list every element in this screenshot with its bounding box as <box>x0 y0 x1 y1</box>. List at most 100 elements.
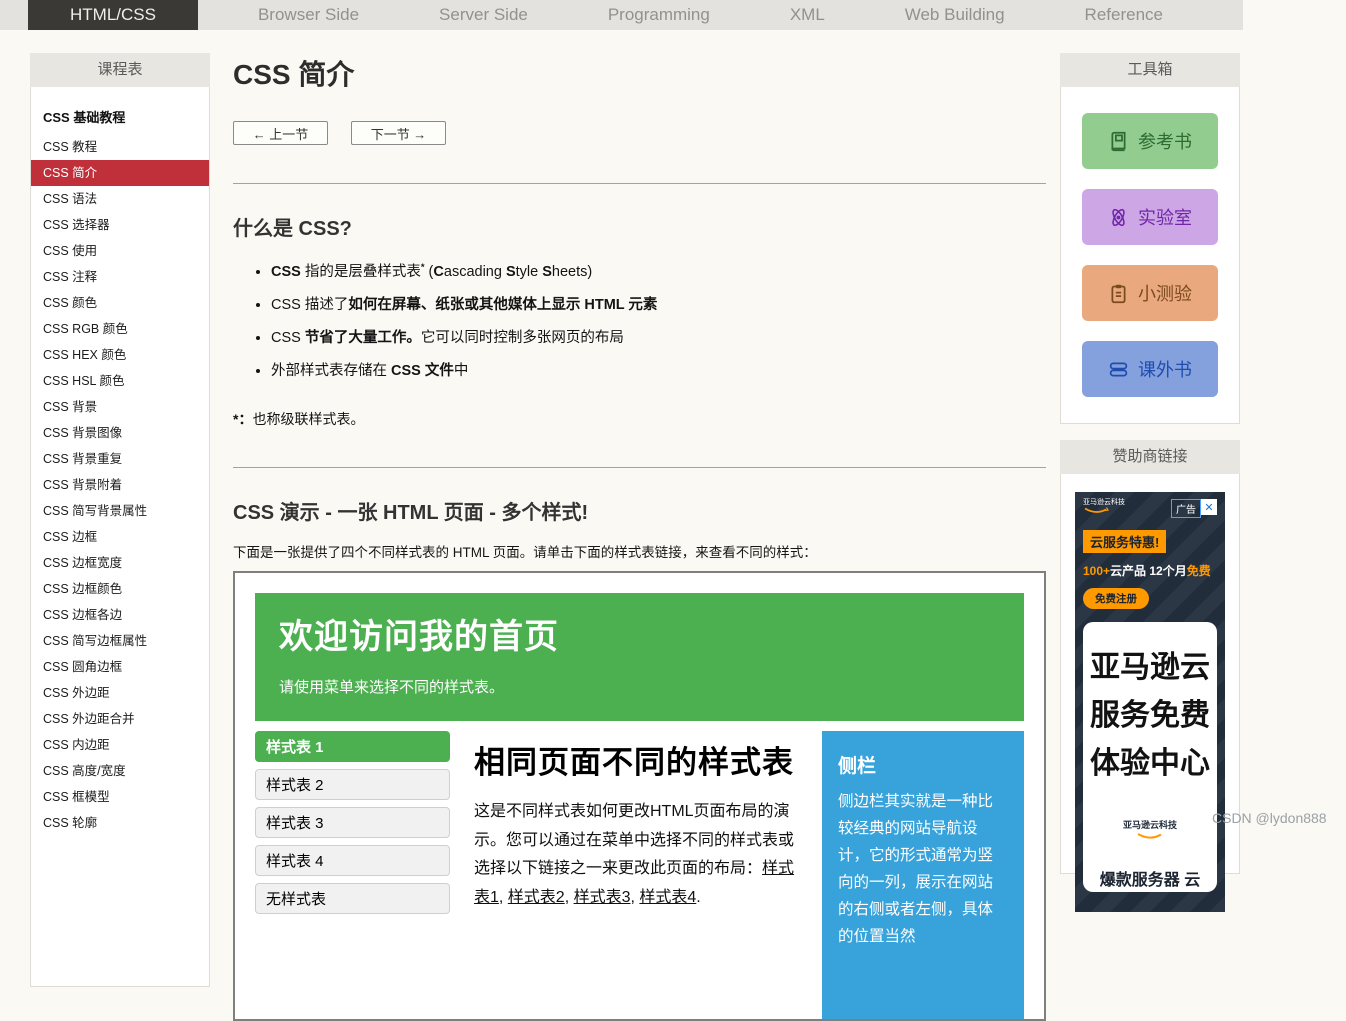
tool-label: 实验室 <box>1138 204 1192 230</box>
demo-article: 相同页面不同的样式表 这是不同样式表如何更改HTML页面布局的演示。您可以通过在… <box>450 731 822 913</box>
list-item: CSS 描述了如何在屏幕、纸张或其他媒体上显示 HTML 元素 <box>271 293 1046 317</box>
sidebar-item[interactable]: CSS 边框颜色 <box>31 576 209 602</box>
sidebar-item[interactable]: CSS 外边距 <box>31 680 209 706</box>
nav-item[interactable]: Server Side <box>439 5 528 25</box>
course-group-title: CSS 基础教程 <box>31 101 209 134</box>
list-item: CSS 节省了大量工作。它可以同时控制多张网页的布局 <box>271 326 1046 350</box>
demo-side-panel-title: 侧栏 <box>838 751 1008 778</box>
sidebar-item[interactable]: CSS 边框各边 <box>31 602 209 628</box>
tool-label: 小测验 <box>1138 280 1192 306</box>
advertisement[interactable]: 亚马逊云科技 广告 ✕ 云服务特惠! 100+云产品 12个月免费 免费注册 亚… <box>1075 492 1225 912</box>
sidebar-item[interactable]: CSS HEX 颜色 <box>31 342 209 368</box>
course-list: CSS 基础教程 CSS 教程CSS 简介CSS 语法CSS 选择器CSS 使用… <box>30 87 210 987</box>
ad-card-headline: 亚马逊云服务免费体验中心 <box>1087 644 1213 788</box>
list-item: CSS 指的是层叠样式表* (Cascading Style Sheets) <box>271 255 1046 284</box>
sidebar-item[interactable]: CSS 外边距合并 <box>31 706 209 732</box>
smile-arrow-icon <box>1083 507 1109 514</box>
main-content: CSS 简介 ← 上一节 下一节 → 什么是 CSS? CSS 指的是层叠样式表… <box>233 45 1046 1021</box>
csdn-watermark: CSDN @lydon888 <box>1212 810 1327 826</box>
nav-item[interactable]: Programming <box>608 5 710 25</box>
sidebar-item[interactable]: CSS 背景图像 <box>31 420 209 446</box>
ad-controls: 广告 ✕ <box>1171 499 1217 518</box>
tool-label: 参考书 <box>1138 128 1192 154</box>
nav-tab-html-css[interactable]: HTML/CSS <box>28 0 198 30</box>
lab-button[interactable]: 实验室 <box>1082 189 1218 245</box>
sidebar-item[interactable]: CSS 教程 <box>31 134 209 160</box>
extra-reading-button[interactable]: 课外书 <box>1082 341 1218 397</box>
ad-card-footer: 爆款服务器 云 <box>1087 866 1213 890</box>
sidebar-item[interactable]: CSS 简写背景属性 <box>31 498 209 524</box>
sidebar-item[interactable]: CSS 注释 <box>31 264 209 290</box>
extra-books-icon <box>1108 359 1129 380</box>
prev-next-row: ← 上一节 下一节 → <box>233 121 1046 145</box>
css-demo-heading: CSS 演示 - 一张 HTML 页面 - 多个样式! <box>233 496 1046 525</box>
demo-stylesheet-menu: 样式表 1 样式表 2 样式表 3 样式表 4 无样式表 <box>255 731 450 921</box>
sidebar-item[interactable]: CSS HSL 颜色 <box>31 368 209 394</box>
sidebar-item[interactable]: CSS 背景重复 <box>31 446 209 472</box>
tool-label: 课外书 <box>1138 356 1192 382</box>
demo-columns: 样式表 1 样式表 2 样式表 3 样式表 4 无样式表 相同页面不同的样式表 这是不同… <box>255 731 1024 1021</box>
sidebar-item[interactable]: CSS RGB 颜色 <box>31 316 209 342</box>
sidebar-item[interactable]: CSS 语法 <box>31 186 209 212</box>
nav-item[interactable]: Reference <box>1085 5 1163 25</box>
sidebar-item[interactable]: CSS 颜色 <box>31 290 209 316</box>
ad-card: 亚马逊云服务免费体验中心 亚马逊云科技 爆款服务器 云 <box>1083 622 1217 892</box>
css-demo-frame: 欢迎访问我的首页 请使用菜单来选择不同的样式表。 样式表 1 样式表 2 样式表 3… <box>233 571 1046 1021</box>
top-navigation: HTML/CSS Browser Side Server Side Programm… <box>0 0 1243 30</box>
demo-stylesheet-button[interactable]: 样式表 2 <box>255 769 450 800</box>
course-list-header: 课程表 <box>30 53 210 87</box>
quiz-clipboard-icon <box>1108 283 1129 304</box>
divider <box>233 467 1046 468</box>
demo-side-panel: 侧栏 侧边栏其实就是一种比较经典的网站导航设计，它的形式通常为竖向的一列，展示在… <box>822 731 1024 1021</box>
sidebar-item[interactable]: CSS 选择器 <box>31 212 209 238</box>
demo-stylesheet-button[interactable]: 无样式表 <box>255 883 450 914</box>
ad-close-icon[interactable]: ✕ <box>1201 499 1217 515</box>
footnote: *：也称级联样式表。 <box>233 409 1046 429</box>
ad-register-button[interactable]: 免费注册 <box>1083 588 1149 609</box>
course-sidebar: 课程表 CSS 基础教程 CSS 教程CSS 简介CSS 语法CSS 选择器CS… <box>30 53 210 987</box>
sidebar-item[interactable]: CSS 使用 <box>31 238 209 264</box>
demo-article-title: 相同页面不同的样式表 <box>474 737 804 782</box>
sidebar-item[interactable]: CSS 背景附着 <box>31 472 209 498</box>
sidebar-item[interactable]: CSS 轮廓 <box>31 810 209 836</box>
ad-card-line: 亚马逊云 <box>1087 644 1213 692</box>
nav-item[interactable]: XML <box>790 5 825 25</box>
ad-card-line: 体验中心 <box>1087 740 1213 788</box>
page-title: CSS 简介 <box>233 53 1046 93</box>
nav-items: Browser Side Server Side Programming XML Web… <box>198 0 1243 30</box>
lab-atom-icon <box>1108 207 1129 228</box>
toolbox-panel: 参考书 实验室 小测验 课外书 <box>1060 87 1240 424</box>
quiz-button[interactable]: 小测验 <box>1082 265 1218 321</box>
sidebar-item[interactable]: CSS 框模型 <box>31 784 209 810</box>
sidebar-item[interactable]: CSS 背景 <box>31 394 209 420</box>
toolbox-column: 工具箱 参考书 实验室 小测验 课外书 赞助商链接 亚马逊云科技 <box>1060 53 1240 874</box>
ad-promo-badge: 云服务特惠! <box>1083 530 1166 553</box>
what-is-css-list: CSS 指的是层叠样式表* (Cascading Style Sheets) C… <box>233 255 1046 383</box>
sidebar-item[interactable]: CSS 简介 <box>31 160 209 186</box>
prev-section-button[interactable]: ← 上一节 <box>233 121 328 145</box>
sidebar-item[interactable]: CSS 边框宽度 <box>31 550 209 576</box>
toolbox-header: 工具箱 <box>1060 53 1240 87</box>
ad-card-logo: 亚马逊云科技 <box>1087 818 1213 840</box>
sidebar-item[interactable]: CSS 简写边框属性 <box>31 628 209 654</box>
next-section-button[interactable]: 下一节 → <box>351 121 446 145</box>
demo-article-text[interactable]: 这是不同样式表如何更改HTML页面布局的演示。您可以通过在菜单中选择不同的样式表… <box>474 798 804 913</box>
demo-stylesheet-button[interactable]: 样式表 1 <box>255 731 450 762</box>
demo-banner-subtitle: 请使用菜单来选择不同的样式表。 <box>279 676 1000 697</box>
nav-item[interactable]: Browser Side <box>258 5 359 25</box>
what-is-css-heading: 什么是 CSS? <box>233 212 1046 241</box>
nav-item[interactable]: Web Building <box>905 5 1005 25</box>
sidebar-item[interactable]: CSS 圆角边框 <box>31 654 209 680</box>
ad-tag: 广告 <box>1171 499 1201 518</box>
sidebar-item[interactable]: CSS 边框 <box>31 524 209 550</box>
css-demo-intro: 下面是一张提供了四个不同样式表的 HTML 页面。请单击下面的样式表链接，来查看… <box>233 541 1046 561</box>
sidebar-item[interactable]: CSS 高度/宽度 <box>31 758 209 784</box>
reference-book-button[interactable]: 参考书 <box>1082 113 1218 169</box>
reference-book-icon <box>1108 131 1129 152</box>
demo-banner: 欢迎访问我的首页 请使用菜单来选择不同的样式表。 <box>255 593 1024 721</box>
demo-stylesheet-button[interactable]: 样式表 4 <box>255 845 450 876</box>
list-item: 外部样式表存储在 CSS 文件中 <box>271 359 1046 383</box>
sidebar-item[interactable]: CSS 内边距 <box>31 732 209 758</box>
demo-stylesheet-button[interactable]: 样式表 3 <box>255 807 450 838</box>
ad-promo-line: 100+云产品 12个月免费 <box>1083 562 1217 579</box>
